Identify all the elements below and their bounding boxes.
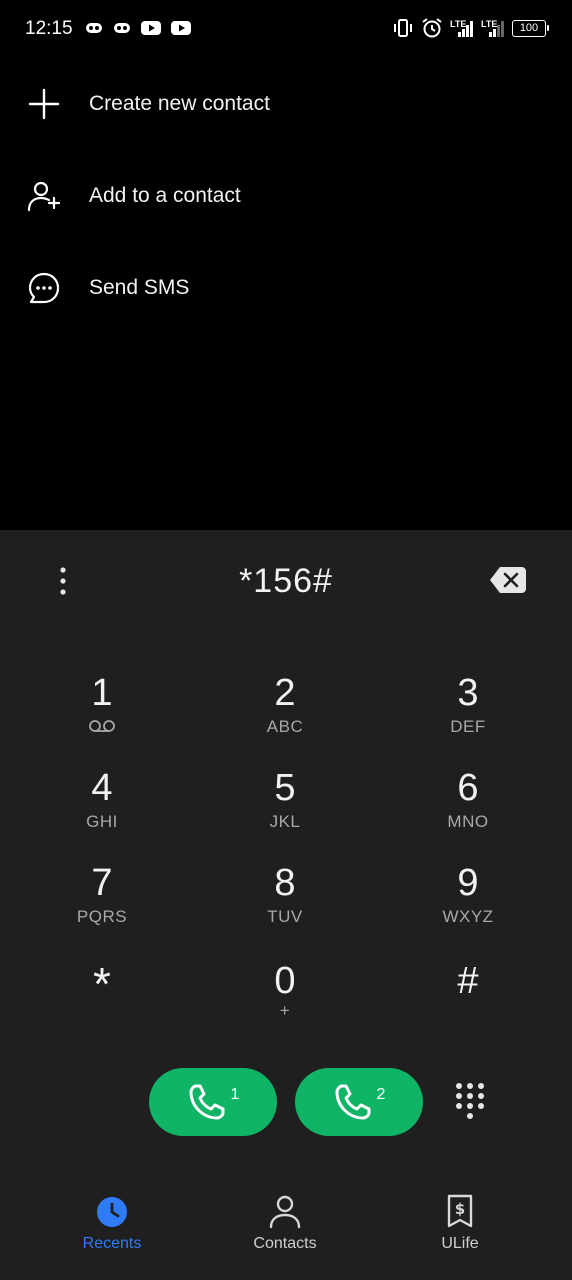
nav-ulife-label: ULife [441,1235,479,1252]
battery-level: 100 [519,21,539,34]
key-digit: 2 [274,672,296,714]
voicemail-icon [89,720,115,732]
svg-text:$: $ [455,1200,465,1218]
status-bar: 12:15 LTE LTE 100 [0,0,572,58]
dialpad-icon[interactable] [452,1080,488,1122]
nav-ulife[interactable]: $ ULife [390,1193,530,1253]
add-person-icon [27,181,61,212]
key-6[interactable]: 6 MNO [398,765,538,853]
key-letters: ABC [266,717,304,736]
send-sms-label: Send SMS [89,276,190,299]
status-system-icons: LTE LTE 100 [392,17,549,39]
alarm-icon [422,18,442,38]
key-letters: DEF [450,717,486,736]
nav-contacts[interactable]: Contacts [215,1193,355,1253]
key-letters: WXYZ [442,907,494,926]
status-notification-icons [84,18,192,38]
bottom-navigation: Recents Contacts $ ULife [0,1193,572,1273]
game-controller-icon [114,23,130,33]
add-to-contact-item[interactable]: Add to a contact [0,156,572,236]
key-2[interactable]: 2 ABC [215,670,355,758]
youtube-icon [141,21,161,35]
key-digit: 8 [274,862,296,904]
key-letters: JKL [269,812,301,831]
key-3[interactable]: 3 DEF [398,670,538,758]
create-new-contact-label: Create new contact [89,92,270,115]
add-to-contact-label: Add to a contact [89,184,241,207]
key-digit: 6 [457,767,479,809]
nav-contacts-label: Contacts [253,1235,317,1252]
key-hash[interactable]: # [398,958,538,1046]
battery-icon: 100 [512,19,549,37]
signal-icon: LTE [481,19,505,38]
key-letters: MNO [447,812,489,831]
message-bubble-icon [28,272,60,304]
vibrate-icon [394,19,412,37]
signal-icon: LTE [450,19,474,38]
ulife-icon: $ [447,1194,473,1228]
key-digit: 5 [274,767,296,809]
dialed-number[interactable]: *156# [0,562,572,601]
youtube-icon [171,21,191,35]
key-5[interactable]: 5 JKL [215,765,355,853]
key-digit: 9 [457,862,479,904]
key-letters: PQRS [76,907,128,926]
key-7[interactable]: 7 PQRS [32,860,172,948]
key-digit: 1 [91,672,113,714]
clock-icon [97,1197,127,1227]
status-time: 12:15 [25,18,73,39]
person-icon [269,1195,301,1229]
key-digit: 4 [91,767,113,809]
key-4[interactable]: 4 GHI [32,765,172,853]
nav-recents[interactable]: Recents [42,1193,182,1253]
phone-icon [335,1084,371,1120]
send-sms-item[interactable]: Send SMS [0,248,572,328]
backspace-icon[interactable] [488,564,528,596]
sim-label: 1 [230,1086,240,1103]
key-letters: + [279,1001,291,1020]
call-sim1-button[interactable]: 1 [149,1068,277,1136]
phone-icon [189,1084,225,1120]
key-letters: GHI [86,812,118,831]
key-8[interactable]: 8 TUV [215,860,355,948]
key-star[interactable]: * [32,958,172,1046]
plus-icon [28,88,60,120]
key-letters: TUV [267,907,303,926]
key-digit: 3 [457,672,479,714]
nav-recents-label: Recents [82,1235,142,1252]
key-0[interactable]: 0 + [215,958,355,1046]
game-controller-icon [86,23,102,33]
key-digit: * [93,958,111,1010]
sim-label: 2 [376,1086,386,1103]
key-digit: 7 [91,862,113,904]
create-new-contact-item[interactable]: Create new contact [0,64,572,144]
dial-panel: *156# 1 2 ABC 3 DEF 4 GHI 5 JKL 6 MNO 7 … [0,530,572,1280]
key-9[interactable]: 9 WXYZ [398,860,538,948]
key-digit: # [457,960,479,1002]
call-sim2-button[interactable]: 2 [295,1068,423,1136]
key-digit: 0 [274,960,296,1002]
key-1[interactable]: 1 [32,670,172,758]
